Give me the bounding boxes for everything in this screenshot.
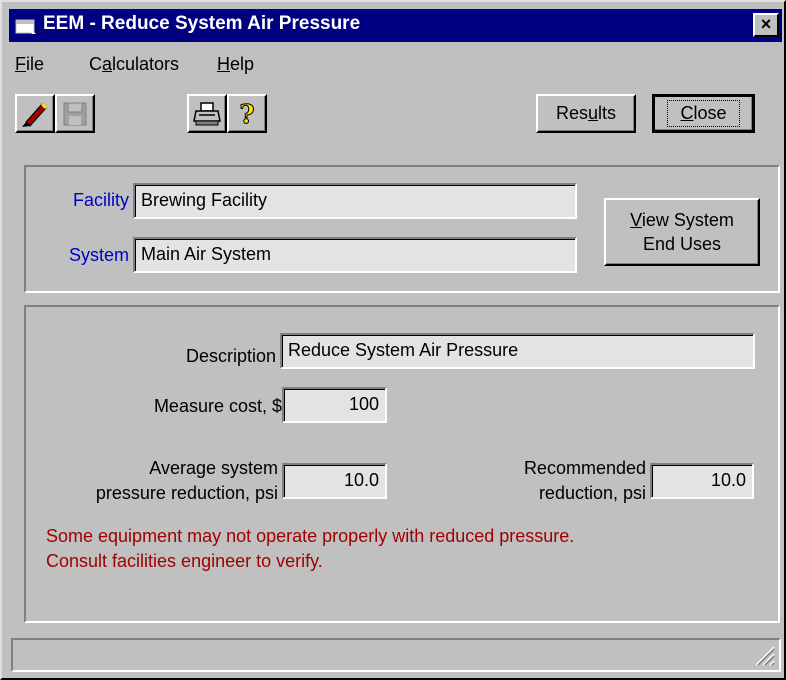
pencil-icon	[22, 102, 48, 127]
close-button[interactable]: Close	[652, 94, 755, 133]
save-button[interactable]	[55, 94, 95, 133]
app-window-icon	[15, 19, 36, 34]
description-label: Description	[185, 346, 276, 366]
title-bar[interactable]: EEM - Reduce System Air Pressure ×	[9, 9, 782, 42]
print-button[interactable]	[187, 94, 227, 133]
results-button[interactable]: Results	[536, 94, 636, 133]
system-field[interactable]: Main Air System	[133, 237, 577, 273]
measure-cost-field[interactable]: 100	[282, 387, 387, 423]
system-label: System	[68, 245, 129, 265]
eem-window: EEM - Reduce System Air Pressure × File …	[0, 0, 786, 680]
edit-button[interactable]	[15, 94, 55, 133]
save-disk-icon	[63, 102, 87, 125]
menu-file[interactable]: File	[15, 54, 44, 75]
measure-cost-label: Measure cost, $	[153, 396, 282, 416]
measure-details-group: Description Reduce System Air Pressure M…	[24, 305, 780, 623]
printer-icon	[193, 101, 221, 125]
facility-field[interactable]: Brewing Facility	[133, 183, 577, 219]
resize-grip-icon[interactable]	[753, 644, 775, 666]
help-question-icon: ?	[239, 99, 255, 129]
avg-pressure-label: Average system pressure reduction, psi	[95, 458, 278, 503]
view-system-end-uses-button[interactable]: View System End Uses	[604, 198, 760, 266]
recommended-reduction-field[interactable]: 10.0	[650, 463, 754, 499]
recommended-reduction-label: Recommended reduction, psi	[523, 458, 646, 503]
menu-bar: File Calculators Help	[9, 48, 782, 78]
toolbar: ? Results Close	[9, 82, 782, 152]
menu-calculators[interactable]: Calculators	[89, 54, 179, 75]
menu-help[interactable]: Help	[217, 54, 254, 75]
status-bar	[11, 638, 781, 672]
window-close-icon[interactable]: ×	[753, 13, 779, 37]
avg-pressure-reduction-field[interactable]: 10.0	[282, 463, 387, 499]
description-field[interactable]: Reduce System Air Pressure	[280, 333, 755, 369]
pressure-warning: Some equipment may not operate properly …	[46, 526, 575, 571]
window-title: EEM - Reduce System Air Pressure	[43, 13, 361, 34]
svg-text:?: ?	[239, 100, 254, 129]
help-button[interactable]: ?	[227, 94, 267, 133]
facility-label: Facility	[72, 190, 129, 210]
facility-system-group: Facility Brewing Facility System Main Ai…	[24, 165, 780, 293]
